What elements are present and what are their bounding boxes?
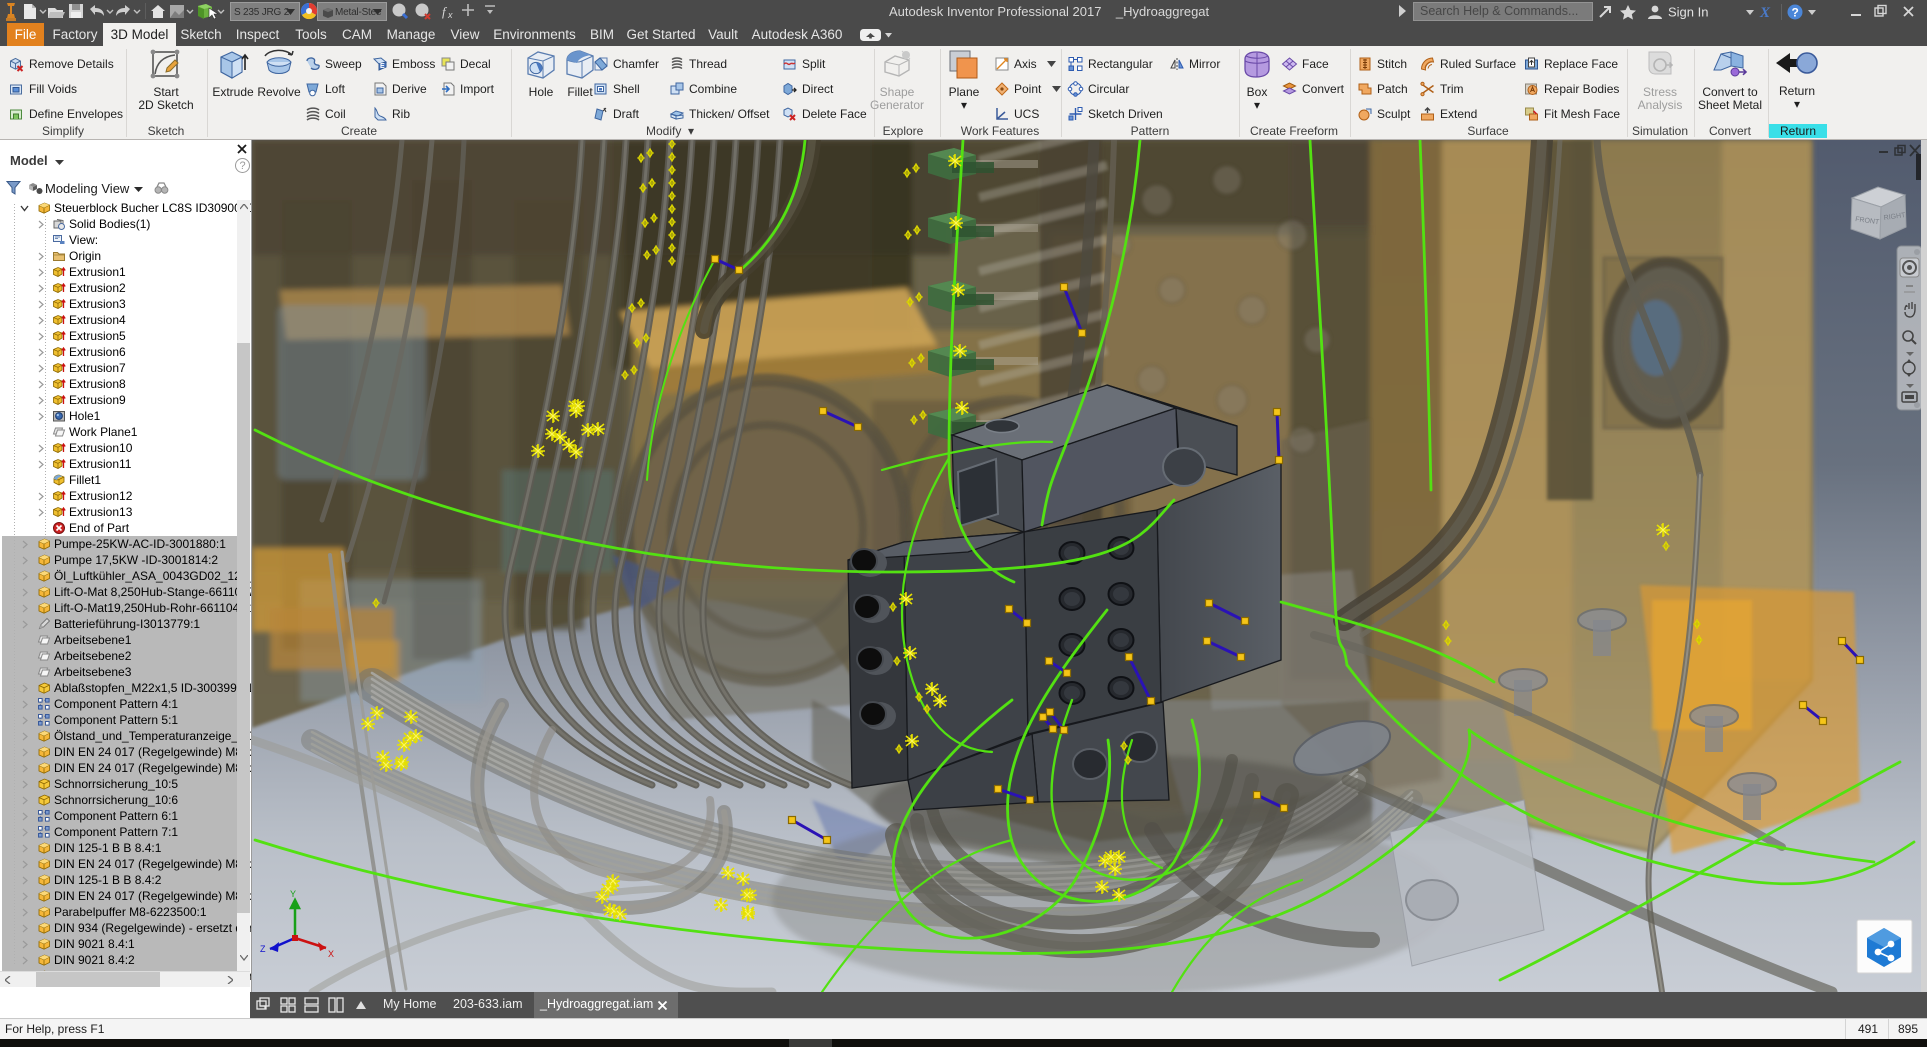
svg-text:Y: Y [290, 889, 296, 899]
svg-text:X: X [328, 949, 334, 959]
svg-text:X: X [1759, 5, 1771, 21]
svg-text:Sign In: Sign In [1668, 5, 1708, 20]
svg-text:Z: Z [260, 944, 266, 954]
svg-text:E: E [380, 63, 385, 70]
svg-text:x: x [447, 10, 453, 20]
svg-text:?: ? [1792, 6, 1799, 20]
